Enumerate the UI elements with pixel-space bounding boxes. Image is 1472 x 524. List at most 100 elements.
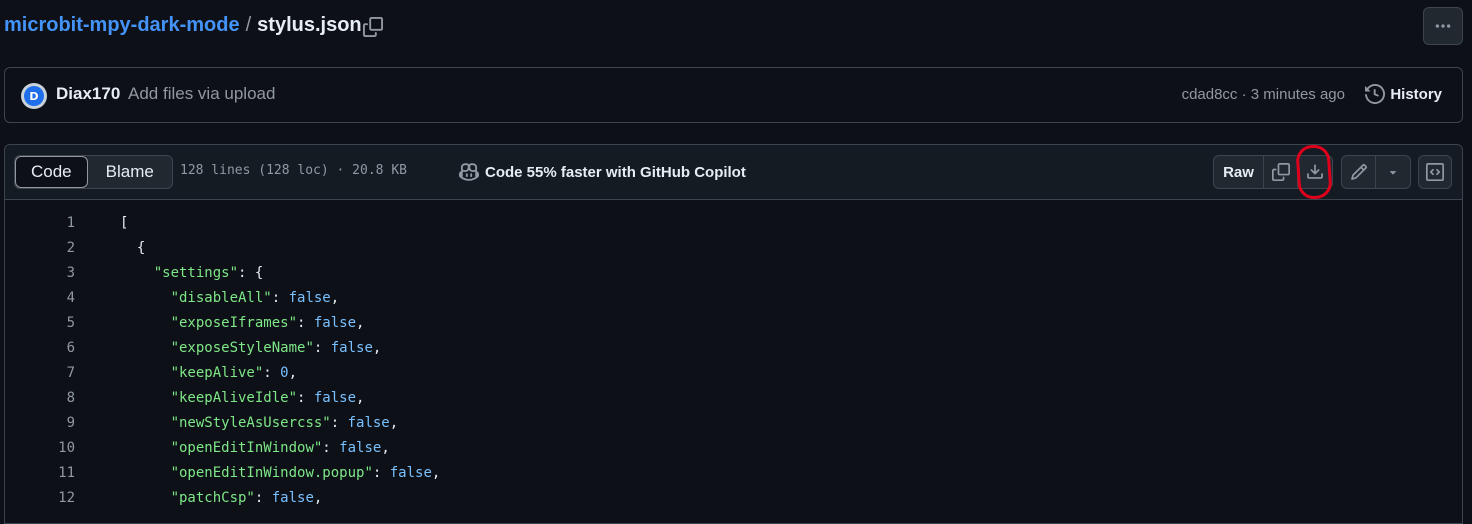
json-punctuation: ,	[389, 415, 399, 431]
download-raw-button[interactable]	[1298, 156, 1332, 188]
commit-author[interactable]: Diax170	[56, 84, 120, 104]
json-key: "openEditInWindow.popup"	[170, 465, 373, 481]
line-content: "settings": {	[120, 261, 264, 286]
json-punctuation: :	[330, 415, 348, 431]
code-line: 5 "exposeIframes": false,	[5, 311, 1462, 336]
code-line: 4 "disableAll": false,	[5, 286, 1462, 311]
avatar-letter-icon: D	[24, 86, 44, 106]
copy-raw-button[interactable]	[1264, 156, 1298, 188]
file-path-header: microbit-mpy-dark-mode / stylus.json	[0, 0, 1472, 55]
json-value: 0	[280, 365, 289, 381]
history-icon	[1365, 84, 1386, 104]
view-toggle: Code Blame	[14, 155, 173, 189]
raw-button[interactable]: Raw	[1214, 156, 1264, 188]
history-label: History	[1390, 85, 1442, 103]
json-key: "settings"	[153, 265, 239, 281]
tab-blame[interactable]: Blame	[88, 156, 172, 188]
json-value: false	[288, 290, 331, 306]
json-punctuation: :	[372, 465, 390, 481]
line-number[interactable]: 3	[5, 261, 75, 286]
line-number[interactable]: 1	[5, 211, 75, 236]
copilot-icon	[459, 163, 479, 181]
json-key: "openEditInWindow"	[170, 440, 323, 456]
symbols-panel-toggle[interactable]	[1418, 155, 1452, 189]
copy-icon	[1271, 163, 1290, 181]
line-number[interactable]: 10	[5, 436, 75, 461]
json-punctuation: ,	[372, 340, 382, 356]
edit-file-button[interactable]	[1342, 156, 1376, 188]
code-line: 10 "openEditInWindow": false,	[5, 436, 1462, 461]
json-punctuation: :	[313, 340, 331, 356]
json-value: false	[330, 340, 373, 356]
code-line: 6 "exposeStyleName": false,	[5, 336, 1462, 361]
json-punctuation: :	[271, 290, 289, 306]
json-punctuation: {	[136, 240, 146, 256]
json-punctuation: ,	[288, 365, 298, 381]
copy-icon	[363, 17, 383, 37]
commit-hash-and-time[interactable]: cdad8cc · 3 minutes ago	[1182, 86, 1345, 103]
json-punctuation: :	[322, 440, 340, 456]
line-number[interactable]: 4	[5, 286, 75, 311]
json-punctuation: [	[120, 215, 129, 231]
json-value: false	[313, 390, 357, 406]
json-value: false	[313, 315, 357, 331]
edit-options-dropdown[interactable]	[1376, 156, 1410, 188]
download-icon	[1307, 164, 1323, 179]
json-punctuation: :	[297, 315, 314, 331]
line-number[interactable]: 8	[5, 386, 75, 411]
line-content: [	[120, 211, 128, 236]
commit-message[interactable]: Add files via upload	[128, 84, 275, 104]
tab-code[interactable]: Code	[15, 156, 88, 188]
history-button[interactable]: History	[1365, 84, 1442, 104]
code-line: 2 {	[5, 236, 1462, 261]
symbols-button[interactable]	[1419, 156, 1451, 188]
code-line: 8 "keepAliveIdle": false,	[5, 386, 1462, 411]
copilot-promo-link[interactable]: Code 55% faster with GitHub Copilot	[459, 162, 746, 182]
json-punctuation: ,	[313, 490, 323, 506]
more-options-button[interactable]	[1423, 7, 1463, 45]
file-viewer: Code Blame 128 lines (128 loc) · 20.8 KB…	[4, 144, 1463, 524]
repo-link[interactable]: microbit-mpy-dark-mode	[4, 14, 240, 37]
code-line: 11 "openEditInWindow.popup": false,	[5, 461, 1462, 486]
breadcrumb-separator: /	[245, 14, 252, 36]
line-content: "exposeIframes": false,	[120, 311, 365, 336]
json-punctuation: {	[254, 265, 264, 281]
line-content: "newStyleAsUsercss": false,	[120, 411, 399, 436]
json-punctuation: ,	[356, 315, 365, 331]
file-name: stylus.json	[257, 14, 362, 36]
line-number[interactable]: 7	[5, 361, 75, 386]
breadcrumb: microbit-mpy-dark-mode / stylus.json	[4, 14, 362, 37]
json-punctuation: ,	[356, 390, 365, 406]
file-header: Code Blame 128 lines (128 loc) · 20.8 KB…	[5, 145, 1462, 200]
avatar[interactable]: D	[21, 83, 47, 109]
line-content: "disableAll": false,	[120, 286, 340, 311]
code-line: 3 "settings": {	[5, 261, 1462, 286]
line-number[interactable]: 12	[5, 486, 75, 511]
json-value: false	[347, 415, 390, 431]
line-content: "exposeStyleName": false,	[120, 336, 382, 361]
json-key: "patchCsp"	[170, 490, 255, 506]
line-content: "openEditInWindow.popup": false,	[120, 461, 441, 486]
line-number[interactable]: 5	[5, 311, 75, 336]
line-number[interactable]: 2	[5, 236, 75, 261]
copilot-promo-text: Code 55% faster with GitHub Copilot	[485, 163, 746, 181]
line-number[interactable]: 11	[5, 461, 75, 486]
json-key: "keepAliveIdle"	[170, 390, 298, 406]
json-punctuation: :	[254, 490, 272, 506]
json-punctuation: ,	[330, 290, 340, 306]
edit-group	[1341, 155, 1411, 189]
pencil-icon	[1350, 164, 1367, 180]
line-content: "patchCsp": false,	[120, 486, 323, 511]
copy-path-button[interactable]	[360, 14, 386, 40]
json-value: false	[339, 440, 382, 456]
line-number[interactable]: 9	[5, 411, 75, 436]
line-number[interactable]: 6	[5, 336, 75, 361]
json-punctuation: :	[238, 265, 255, 281]
